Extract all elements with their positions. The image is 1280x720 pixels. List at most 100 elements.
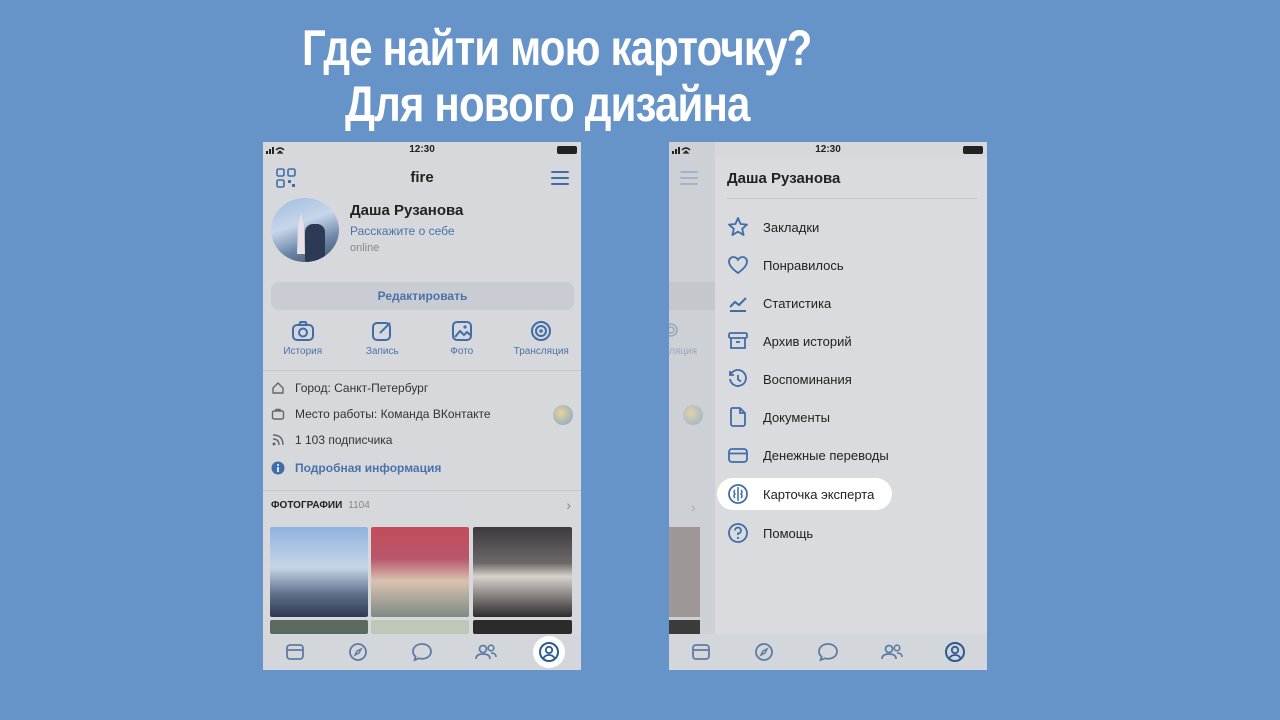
tab-newsfeed[interactable]	[669, 634, 733, 670]
ghost-label: ляция	[669, 346, 697, 357]
photo-label: Фото	[450, 346, 474, 357]
menu-item-label: Помощь	[763, 525, 814, 541]
photo-action[interactable]: Фото	[422, 320, 502, 362]
work-text[interactable]: Место работы: Команда ВКонтакте	[295, 407, 491, 421]
followers-text[interactable]: 1 103 подписчика	[295, 433, 392, 447]
image-icon	[451, 321, 472, 341]
profile-screen: 12:30 fire Даша Рузанова Расскажите о се…	[263, 142, 581, 670]
menu-screen: ляция › 12:30 Даша Рузанова Закладки Пон…	[669, 142, 987, 670]
status-time: 12:30	[409, 144, 435, 155]
friends-icon	[880, 644, 903, 660]
expert-card-icon	[728, 484, 748, 504]
broadcast-label: Трансляция	[513, 346, 569, 357]
profile-header: fire	[263, 158, 581, 196]
avatar[interactable]	[271, 198, 339, 262]
document-icon	[730, 407, 746, 427]
post-action[interactable]: Запись	[343, 320, 423, 362]
photo-thumbnail[interactable]	[270, 527, 368, 617]
community-avatar	[683, 405, 703, 425]
photo-thumbnail[interactable]	[473, 620, 572, 634]
status-bar: 12:30	[669, 142, 987, 158]
photos-header[interactable]: ФОТОГРАФИИ 1104	[271, 500, 370, 511]
broadcast-action[interactable]: Трансляция	[502, 320, 582, 362]
tab-profile[interactable]	[517, 634, 581, 670]
menu-item-label: Документы	[763, 409, 831, 425]
about-link[interactable]: Расскажите о себе	[350, 224, 455, 238]
edit-icon	[372, 322, 392, 341]
story-action[interactable]: История	[263, 320, 343, 362]
photo-thumbnail[interactable]	[371, 527, 469, 617]
messages-icon	[818, 643, 838, 662]
tab-messages[interactable]	[390, 634, 454, 670]
menu-item-memories[interactable]: Воспоминания	[727, 364, 852, 394]
star-icon	[728, 217, 748, 236]
photo-thumbnail	[669, 527, 700, 617]
photos-label: ФОТОГРАФИИ	[271, 500, 343, 511]
profile-icon	[945, 642, 966, 662]
menu-item-statistics[interactable]: Статистика	[727, 288, 831, 318]
menu-item-label: Закладки	[763, 219, 820, 235]
tab-discover[interactable]	[327, 634, 391, 670]
profile-icon	[539, 642, 560, 662]
archive-icon	[728, 332, 748, 349]
menu-item-help[interactable]: Помощь	[727, 518, 813, 548]
friends-icon	[474, 644, 497, 660]
messages-icon	[412, 643, 432, 662]
story-label: История	[283, 346, 323, 357]
menu-icon[interactable]	[551, 170, 569, 186]
edit-profile-button[interactable]: Редактировать	[271, 282, 574, 310]
info-followers: 1 103 подписчика	[271, 433, 392, 447]
newsfeed-icon	[285, 644, 304, 660]
status-time: 12:30	[815, 144, 841, 155]
photo-thumbnail[interactable]	[270, 620, 368, 634]
briefcase-icon	[271, 408, 285, 420]
photo-thumbnail[interactable]	[473, 527, 572, 617]
menu-item-documents[interactable]: Документы	[727, 402, 830, 432]
newsfeed-icon	[691, 644, 710, 660]
city-text: Город: Санкт-Петербург	[295, 381, 429, 395]
divider	[263, 490, 581, 491]
photos-count: 1104	[348, 500, 370, 511]
info-icon	[271, 461, 285, 475]
chevron-right-icon[interactable]: ›	[566, 497, 571, 513]
stats-icon	[729, 297, 747, 312]
menu-icon	[680, 171, 698, 185]
discover-icon	[755, 643, 774, 661]
battery-icon	[963, 146, 983, 154]
quick-actions: История Запись Фото Трансляция	[263, 320, 581, 362]
heart-icon	[728, 256, 748, 275]
menu-item-label: Понравилось	[763, 257, 844, 273]
broadcast-icon	[669, 323, 678, 337]
menu-item-money-transfers[interactable]: Денежные переводы	[727, 440, 889, 470]
photo-thumbnail[interactable]	[371, 620, 469, 634]
tab-discover[interactable]	[733, 634, 797, 670]
post-label: Запись	[365, 346, 399, 357]
tab-bar	[669, 634, 987, 670]
info-details[interactable]: Подробная информация	[271, 461, 441, 475]
rss-icon	[272, 434, 284, 446]
home-icon	[272, 382, 284, 394]
dimmed-profile-edge: ляция ›	[669, 142, 715, 670]
menu-item-bookmarks[interactable]: Закладки	[727, 212, 819, 242]
menu-item-label: Карточка эксперта	[763, 486, 875, 502]
tab-newsfeed[interactable]	[263, 634, 327, 670]
menu-item-label: Статистика	[763, 295, 832, 311]
menu-item-liked[interactable]: Понравилось	[727, 250, 844, 280]
details-link: Подробная информация	[295, 461, 442, 475]
menu-user-name[interactable]: Даша Рузанова	[727, 170, 840, 187]
tab-friends[interactable]	[454, 634, 518, 670]
photo-thumbnail	[669, 620, 700, 634]
tab-friends[interactable]	[860, 634, 924, 670]
broadcast-icon	[531, 321, 552, 341]
tab-messages[interactable]	[796, 634, 860, 670]
menu-item-label: Воспоминания	[763, 371, 852, 387]
camera-icon	[291, 321, 314, 341]
tab-bar	[263, 634, 581, 670]
divider	[727, 198, 977, 199]
menu-item-stories-archive[interactable]: Архив историй	[727, 326, 852, 356]
menu-item-expert-card[interactable]: Карточка эксперта	[717, 478, 893, 510]
card-icon	[728, 448, 748, 463]
menu-item-label: Архив историй	[763, 333, 852, 349]
tab-profile[interactable]	[923, 634, 987, 670]
community-avatar[interactable]	[553, 405, 573, 425]
